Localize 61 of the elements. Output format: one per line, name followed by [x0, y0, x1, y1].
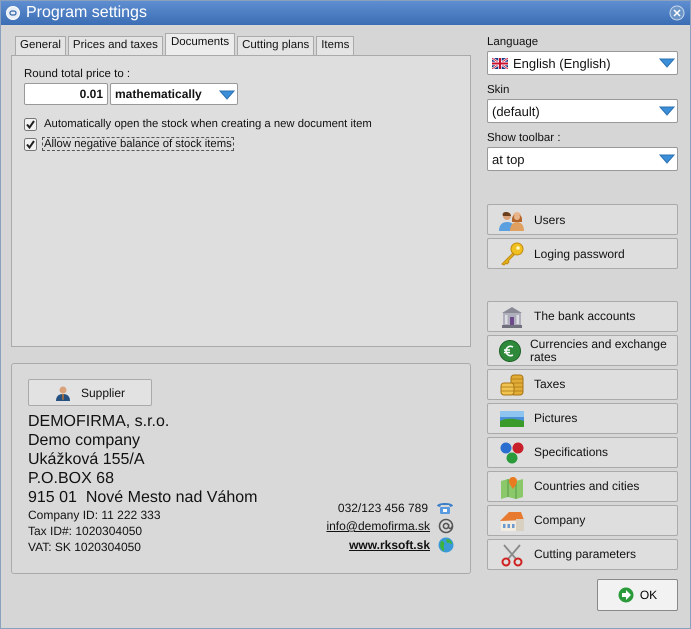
- settings-button[interactable]: Cutting parameters: [487, 539, 678, 570]
- at-sign-icon: [438, 518, 454, 534]
- field-label: Show toolbar :: [487, 132, 562, 144]
- settings-button[interactable]: Taxes: [487, 369, 678, 400]
- scissors-icon: [500, 542, 524, 566]
- phone-number: 032/123 456 789: [338, 501, 428, 515]
- settings-button[interactable]: Countries and cities: [487, 471, 678, 502]
- company-id-text: Company ID: 11 222 333: [28, 507, 162, 523]
- app-icon: [6, 6, 20, 20]
- flag-icon: [492, 58, 508, 68]
- map-pin-icon: [500, 474, 524, 498]
- settings-button[interactable]: Specifications: [487, 437, 678, 468]
- phone-icon: [436, 501, 454, 515]
- ok-button[interactable]: OK: [597, 579, 678, 611]
- field-label: Round total price to :: [24, 68, 132, 80]
- checkbox-label[interactable]: Allow negative balance of stock items: [42, 137, 234, 151]
- tab[interactable]: General: [15, 36, 66, 55]
- dropdown[interactable]: mathematically: [110, 83, 238, 105]
- settings-button[interactable]: Company: [487, 505, 678, 536]
- website-link[interactable]: www.rksoft.sk: [349, 538, 430, 552]
- dropdown-arrow-icon: [659, 105, 675, 117]
- person-icon: [54, 384, 71, 400]
- email-link[interactable]: info@demofirma.sk: [326, 519, 430, 533]
- globe-icon: [438, 537, 454, 553]
- supplier-button[interactable]: Supplier: [28, 379, 152, 406]
- address-line: P.O.BOX 68: [28, 469, 115, 488]
- field-label: Language: [487, 36, 540, 48]
- dropdown-arrow-icon: [659, 57, 675, 69]
- bank-icon: [500, 304, 524, 328]
- dropdown[interactable]: at top: [487, 147, 678, 171]
- window-control-icon[interactable]: [669, 5, 685, 21]
- tab[interactable]: Prices and taxes: [68, 36, 163, 55]
- company-id-text: VAT: SK 1020304050: [28, 539, 142, 555]
- key-icon: [500, 242, 524, 266]
- landscape-image-icon: [500, 410, 524, 426]
- dropdown-arrow-icon: [659, 153, 675, 165]
- checkbox-label[interactable]: Automatically open the stock when creating a new document item: [42, 117, 374, 131]
- tab[interactable]: Items: [316, 36, 354, 55]
- settings-button[interactable]: Currencies and exchange rates: [487, 335, 678, 366]
- company-id-text: Tax ID#: 1020304050: [28, 523, 144, 539]
- address-line: Demo company: [28, 431, 142, 450]
- dropdown[interactable]: (default): [487, 99, 678, 123]
- address-line: Ukážková 155/A: [28, 450, 146, 469]
- settings-button[interactable]: Users: [487, 204, 678, 235]
- settings-button[interactable]: Pictures: [487, 403, 678, 434]
- settings-button[interactable]: Loging password: [487, 238, 678, 269]
- dropdown[interactable]: English (English): [487, 51, 678, 75]
- address-line: DEMOFIRMA, s.r.o.: [28, 412, 170, 431]
- address-line: 915 01 Nové Mesto nad Váhom: [28, 488, 258, 507]
- input-field[interactable]: 0.01: [24, 83, 108, 105]
- settings-button[interactable]: The bank accounts: [487, 301, 678, 332]
- tab[interactable]: Documents: [164, 33, 236, 55]
- checkbox[interactable]: [24, 138, 37, 150]
- euro-coin-icon: [498, 338, 522, 362]
- coins-icon: [499, 372, 525, 396]
- field-label: Skin: [487, 84, 510, 96]
- window-title: Program settings: [26, 4, 148, 22]
- checkbox[interactable]: [24, 118, 37, 130]
- dropdown-arrow-icon: [219, 89, 235, 101]
- tab[interactable]: Cutting plans: [237, 36, 314, 55]
- colored-balls-icon: [500, 440, 524, 464]
